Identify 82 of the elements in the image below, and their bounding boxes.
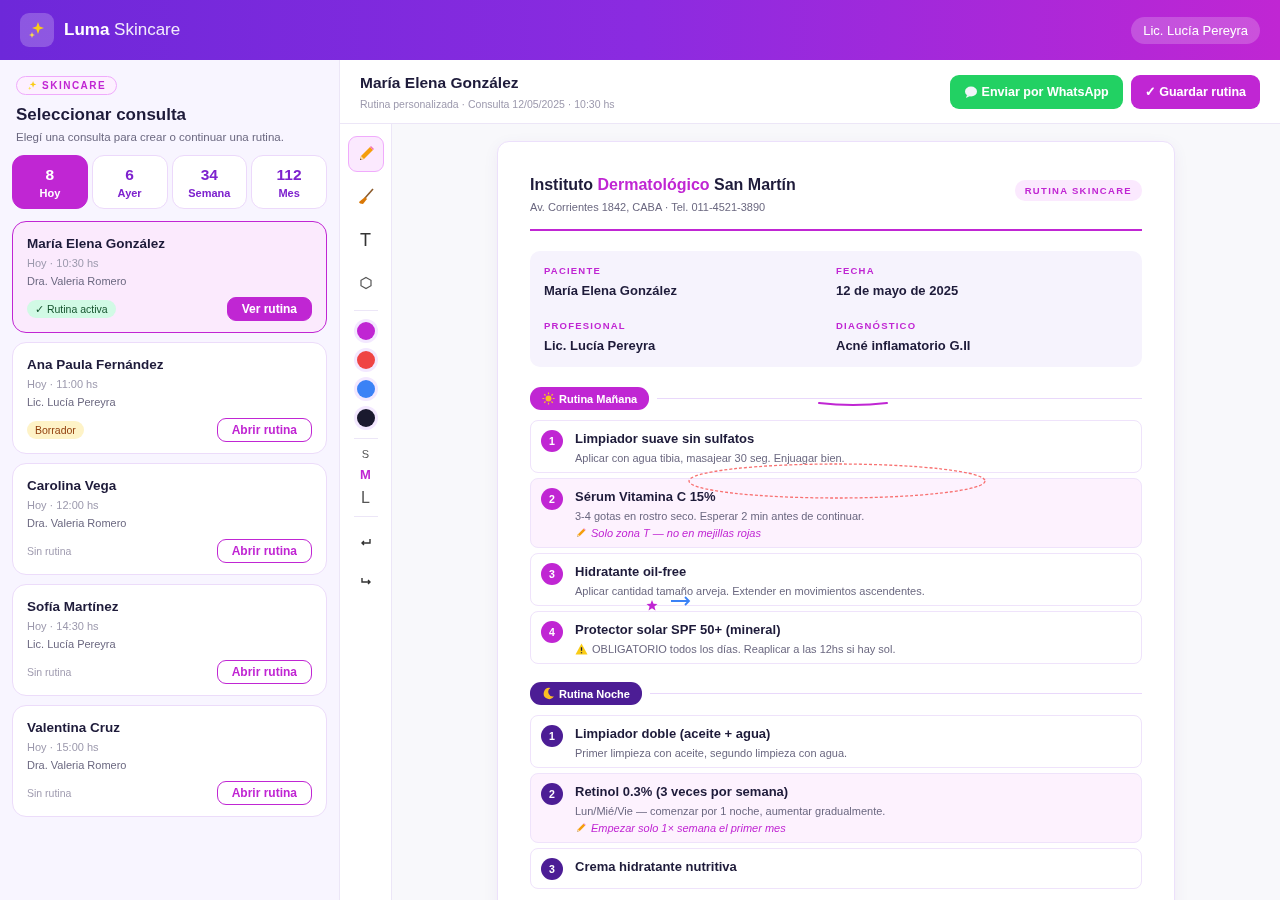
institute-name: Instituto Dermatológico San Martín [530,176,796,194]
consult-time: Hoy · 12:00 hs [27,499,100,511]
consult-card[interactable]: María Elena González Hoy · 10:30 hs Dra. Valeria Romero ✓ Rutina activa Ver rutina [12,221,327,333]
field-label: PROFESIONAL [544,320,627,331]
step-number: 1 [541,430,563,452]
step-title: Limpiador doble (aceite + agua) [575,726,772,741]
step-description: Aplicar con agua tibia, masajear 30 seg. Enjuagar bien. [575,452,845,464]
doctor-name: Dra. Valeria Romero [27,759,128,771]
routine-button[interactable]: Abrir rutina [216,539,312,563]
status-text: Sin rutina [27,666,72,678]
step-description: Primer limpieza con aceite, segundo limpieza con agua. [575,747,848,759]
step-number: 2 [541,488,563,510]
status-badge: ✓ Rutina activa [27,300,116,318]
step-number: 4 [541,621,563,643]
sidebar-title: Seleccionar consulta [16,105,188,125]
user-badge[interactable]: Lic. Lucía Pereyra [1131,16,1260,44]
document-badge: RUTINA SKINCARE [1014,180,1142,201]
sidebar-subtitle: Elegí una consulta para crear o continuar una rutina. [16,131,285,143]
institute-address: Av. Corrientes 1842, CABA · Tel. 011-4521-3890 [530,201,767,213]
patient-name: Valentina Cruz [27,720,122,735]
routine-button[interactable]: Abrir rutina [216,781,312,805]
field-value: 12 de mayo de 2025 [836,283,960,298]
patient-name: María Elena González [27,236,167,251]
stat-tab[interactable]: 8 Hoy [12,155,88,209]
step-number: 1 [541,725,563,747]
step-note: Empezar solo 1× semana el primer mes [591,822,786,834]
doctor-name: Dra. Valeria Romero [27,517,128,529]
status-text: Sin rutina [27,787,72,799]
step-description: 3-4 gotas en rostro seco. Esperar 2 min antes de continuar. [575,510,865,522]
patient-name: Sofía Martínez [27,599,120,614]
step-title: Sérum Vitamina C 15% [575,489,717,504]
save-button[interactable]: ✓ Guardar rutina [1130,74,1260,109]
stat-tab[interactable]: 112 Mes [251,155,327,209]
size-option[interactable]: L [361,489,370,507]
consult-card[interactable]: Sofía Martínez Hoy · 14:30 hs Lic. Lucía Pereyra Sin rutina Abrir rutina [12,584,327,696]
routine-button[interactable]: Abrir rutina [216,660,312,684]
step-note: Solo zona T — no en mejillas rojas [591,527,761,539]
consult-time: Hoy · 11:00 hs [27,378,99,390]
consult-time: Hoy · 10:30 hs [27,257,100,269]
brand-name: Luma Skincare [64,20,181,40]
field-label: DIAGNÓSTICO [836,320,918,331]
step-number: 2 [541,783,563,805]
doctor-name: Lic. Lucía Pereyra [27,396,117,408]
text-tool-label: T [360,229,371,251]
field-label: FECHA [836,265,876,276]
size-option[interactable]: S [361,448,370,460]
patient-title: María Elena González [360,73,520,92]
step-description: Aplicar cantidad tamaño arveja. Extender en movimientos ascendentes. [575,585,925,597]
step-title: Limpiador suave sin sulfatos [575,431,756,446]
field-value: Lic. Lucía Pereyra [544,338,657,353]
step-title: Retinol 0.3% (3 veces por semana) [575,784,790,799]
routine-subtitle: Rutina personalizada · Consulta 12/05/2025 · 10:30 hs [360,97,615,110]
doctor-name: Lic. Lucía Pereyra [27,638,117,650]
doctor-name: Dra. Valeria Romero [27,275,128,287]
step-description: OBLIGATORIO todos los días. Reaplicar a las 12hs si hay sol. [592,643,896,655]
stat-tab[interactable]: 34 Semana [171,155,248,209]
consult-time: Hoy · 15:00 hs [27,741,100,753]
section-tag: Rutina Noche [530,682,642,705]
step-title: Hidratante oil-free [575,564,688,579]
step-title: Protector solar SPF 50+ (mineral) [575,622,782,637]
consult-card[interactable]: Ana Paula Fernández Hoy · 11:00 hs Lic. Lucía Pereyra Borrador Abrir rutina [12,342,327,454]
tool-button[interactable]: T [347,222,384,258]
consult-card[interactable]: Valentina Cruz Hoy · 15:00 hs Dra. Valeria Romero Sin rutina Abrir rutina [12,705,327,817]
consult-time: Hoy · 14:30 hs [27,620,100,632]
step-number: 3 [541,858,563,880]
status-text: Sin rutina [27,545,72,557]
field-value: Acné inflamatorio G.II [836,338,972,353]
section-tag: Rutina Mañana [530,387,650,410]
routine-button[interactable]: Ver rutina [226,297,312,321]
step-number: 3 [541,563,563,585]
stat-tab[interactable]: 6 Ayer [91,155,168,209]
patient-name: Carolina Vega [27,478,118,493]
status-badge: Borrador [27,421,84,439]
routine-button[interactable]: Abrir rutina [216,418,312,442]
consult-card[interactable]: Carolina Vega Hoy · 12:00 hs Dra. Valeria Romero Sin rutina Abrir rutina [12,463,327,575]
category-tag: SKINCARE [16,76,118,95]
step-description: Lun/Mié/Vie — comenzar por 1 noche, aumentar gradualmente. [575,805,886,817]
patient-name: Ana Paula Fernández [27,357,165,372]
field-label: PACIENTE [544,265,602,276]
step-title: Crema hidratante nutritiva [575,859,737,874]
field-value: María Elena González [544,283,678,298]
size-option[interactable]: M [360,467,371,482]
